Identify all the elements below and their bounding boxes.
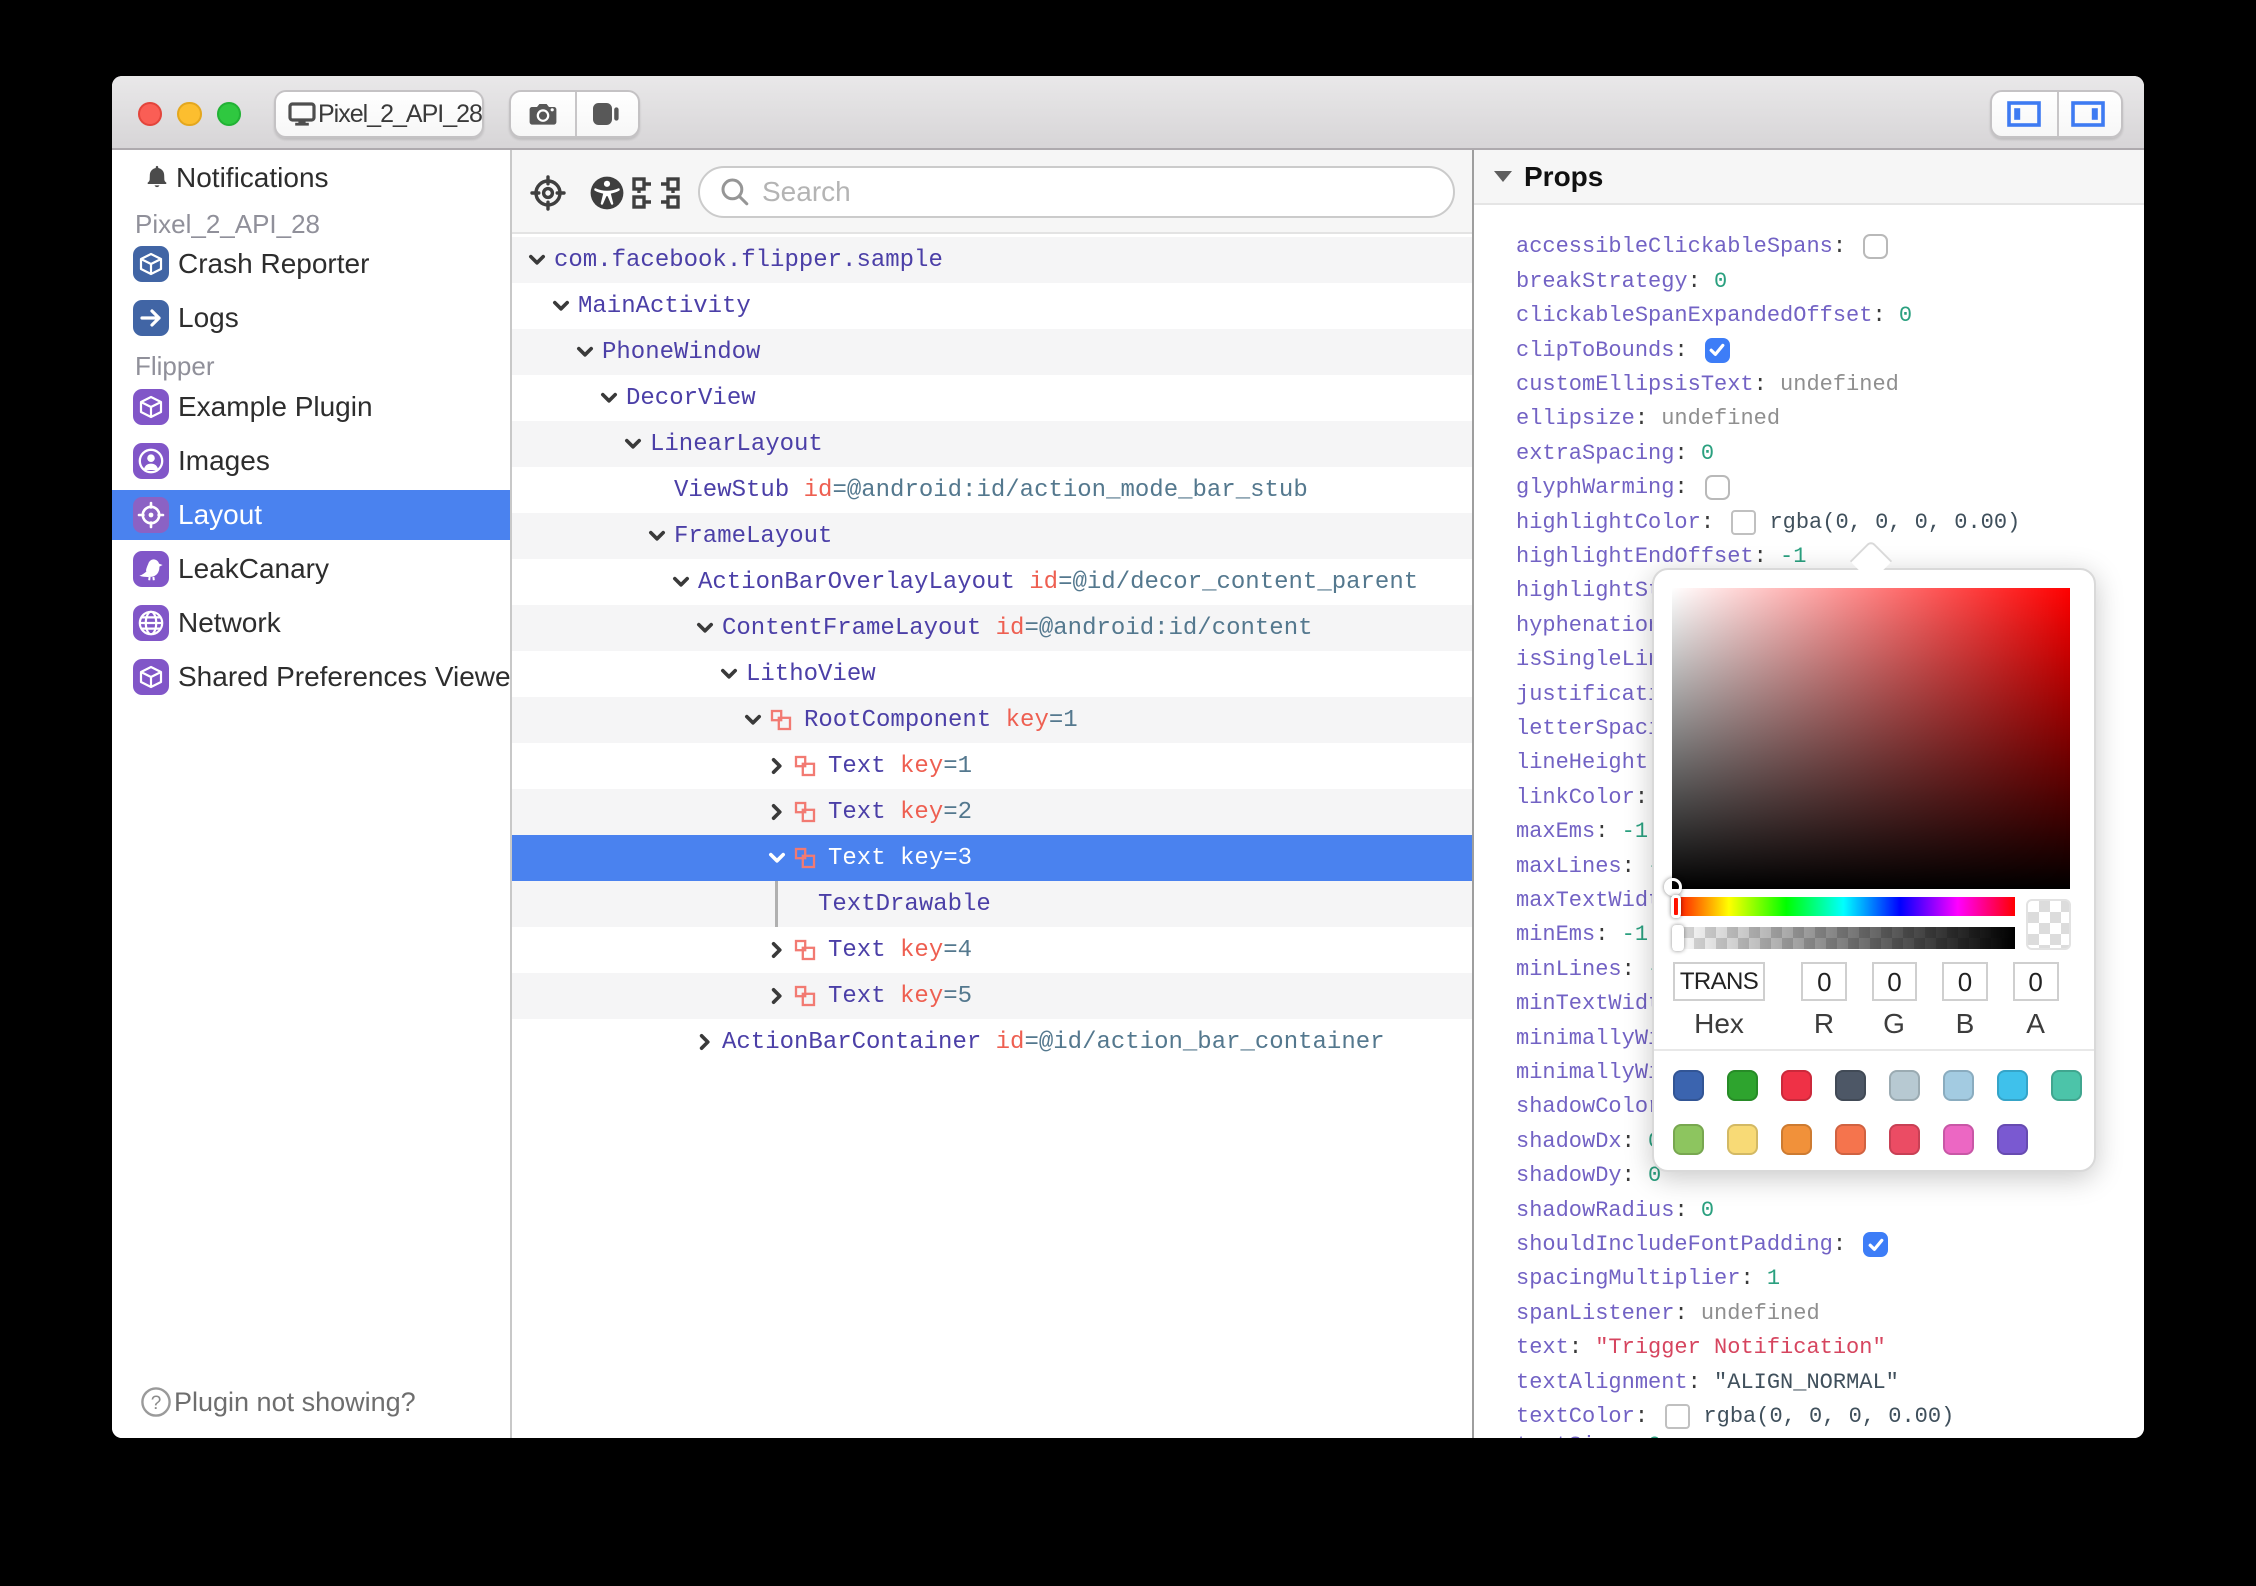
svg-text:?: ? [151,1393,162,1414]
